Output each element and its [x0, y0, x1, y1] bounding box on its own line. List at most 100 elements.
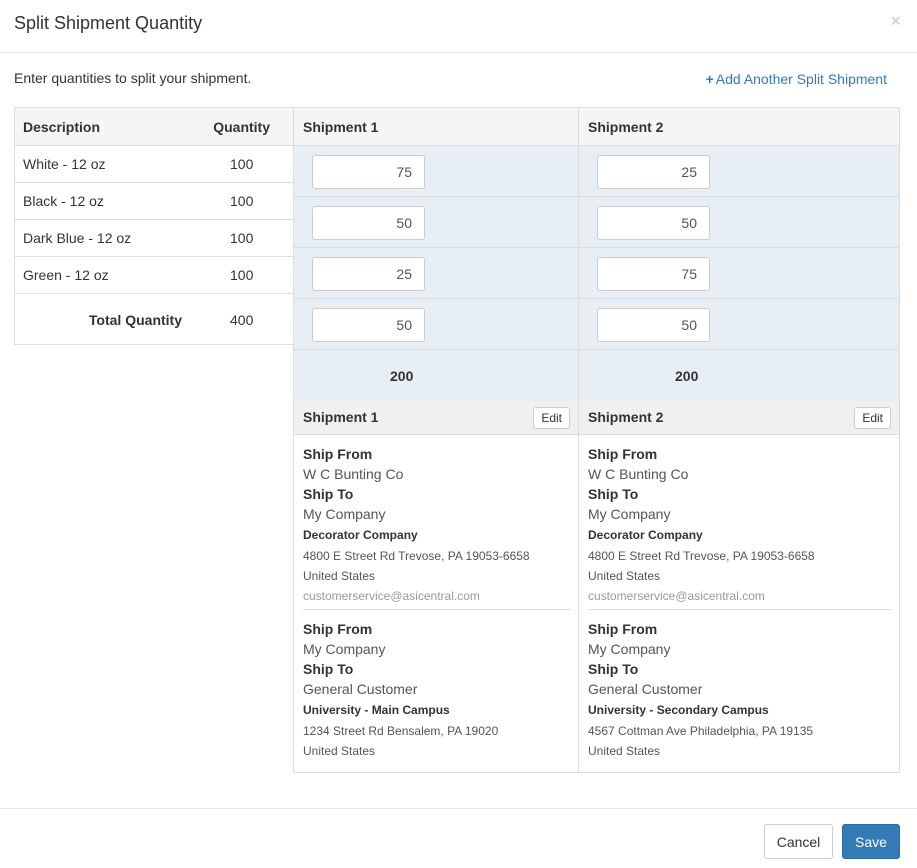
product-quantity: 100	[230, 267, 254, 283]
shipment-2-address-header: Shipment 2 Edit	[579, 401, 899, 435]
street-address: 1234 Street Rd Bensalem, PA 19020	[303, 724, 499, 738]
modal-header: Split Shipment Quantity ×	[0, 0, 917, 53]
shipment-2-addresses: Ship From W C Bunting Co Ship To My Comp…	[579, 435, 899, 763]
quantity-row	[579, 197, 899, 248]
quantity-row	[294, 146, 578, 197]
shipment-2-total-value: 200	[675, 368, 699, 384]
divider	[303, 609, 570, 610]
ship-from-label: Ship From	[303, 446, 373, 462]
ship-from-value: My Company	[588, 641, 671, 657]
shipment-1-total: 200	[294, 350, 578, 401]
shipments-grid: Shipment 1 200 Shipm	[293, 107, 900, 773]
cancel-button[interactable]: Cancel	[764, 824, 833, 859]
table-row: Green - 12 oz 100	[15, 257, 294, 294]
ship-to-label: Ship To	[588, 486, 639, 502]
ship-to-value: My Company	[588, 506, 671, 522]
save-button[interactable]: Save	[842, 824, 900, 859]
shipment-1-address-title: Shipment 1	[303, 409, 379, 425]
ship-to-value: My Company	[303, 506, 386, 522]
ship-from-value: W C Bunting Co	[303, 466, 404, 482]
add-split-shipment-link[interactable]: + Add Another Split Shipment	[706, 71, 887, 87]
shipment-2-quantity-input[interactable]	[597, 155, 710, 189]
ship-to-label: Ship To	[303, 661, 354, 677]
split-shipment-modal: Split Shipment Quantity × Enter quantiti…	[0, 0, 917, 868]
shipment-2-edit-button[interactable]: Edit	[854, 407, 891, 429]
company-name: University - Main Campus	[303, 703, 450, 717]
total-quantity-label: Total Quantity	[88, 312, 182, 328]
shipment-1-header: Shipment 1	[294, 108, 578, 146]
street-address: 4800 E Street Rd Trevose, PA 19053-6658	[303, 549, 530, 563]
country: United States	[303, 569, 376, 583]
country: United States	[588, 744, 661, 758]
products-table: Description Quantity White - 12 oz 100 B…	[14, 107, 294, 345]
shipment-1-column: Shipment 1 200 Shipm	[294, 108, 579, 772]
shipment-1-address-header: Shipment 1 Edit	[294, 401, 578, 435]
quantity-row	[294, 299, 578, 350]
ship-from-label: Ship From	[588, 621, 658, 637]
plus-icon: +	[705, 71, 714, 87]
quantity-header: Quantity	[213, 119, 270, 135]
divider	[588, 609, 891, 610]
products-table-header: Description Quantity	[15, 108, 294, 146]
company-name: Decorator Company	[303, 528, 418, 542]
country: United States	[588, 569, 661, 583]
close-icon[interactable]: ×	[890, 12, 901, 30]
shipment-2-address-title: Shipment 2	[588, 409, 664, 425]
street-address: 4567 Cottman Ave Philadelphia, PA 19135	[588, 724, 814, 738]
country: United States	[303, 744, 376, 758]
shipment-1-quantities: 200	[294, 146, 578, 401]
company-name: University - Secondary Campus	[588, 703, 769, 717]
quantity-row	[579, 299, 899, 350]
table-row: Black - 12 oz 100	[15, 183, 294, 220]
modal-title: Split Shipment Quantity	[14, 13, 203, 33]
shipment-1-quantity-input[interactable]	[312, 155, 425, 189]
shipment-1-total-value: 200	[390, 368, 414, 384]
ship-to-label: Ship To	[588, 661, 639, 677]
product-description: Green - 12 oz	[23, 267, 109, 283]
address-block: Ship From W C Bunting Co Ship To My Comp…	[588, 444, 891, 608]
shipment-1-addresses: Ship From W C Bunting Co Ship To My Comp…	[294, 435, 578, 763]
table-row: White - 12 oz 100	[15, 146, 294, 183]
ship-from-value: W C Bunting Co	[588, 466, 689, 482]
email-address: customerservice@asicentral.com	[303, 589, 480, 603]
street-address: 4800 E Street Rd Trevose, PA 19053-6658	[588, 549, 815, 563]
shipment-1-quantity-input[interactable]	[312, 257, 425, 291]
total-quantity-value: 400	[230, 312, 254, 328]
email-address: customerservice@asicentral.com	[588, 589, 765, 603]
description-header: Description	[23, 119, 101, 135]
table-row: Dark Blue - 12 oz 100	[15, 220, 294, 257]
quantity-row	[579, 146, 899, 197]
quantity-row	[294, 248, 578, 299]
ship-from-label: Ship From	[588, 446, 658, 462]
company-name: Decorator Company	[588, 528, 703, 542]
shipment-2-quantities: 200	[579, 146, 899, 401]
address-block: Ship From My Company Ship To General Cus…	[588, 619, 891, 763]
quantity-row	[579, 248, 899, 299]
shipment-2-quantity-input[interactable]	[597, 308, 710, 342]
shipment-1-edit-button[interactable]: Edit	[533, 407, 570, 429]
product-description: Black - 12 oz	[23, 193, 104, 209]
address-block: Ship From W C Bunting Co Ship To My Comp…	[303, 444, 570, 608]
shipment-2-title: Shipment 2	[588, 119, 664, 135]
product-description: White - 12 oz	[23, 156, 106, 172]
product-description: Dark Blue - 12 oz	[23, 230, 132, 246]
product-quantity: 100	[230, 156, 254, 172]
ship-to-value: General Customer	[588, 681, 703, 697]
shipment-2-header: Shipment 2	[579, 108, 899, 146]
product-quantity: 100	[230, 230, 254, 246]
modal-footer: Cancel Save	[0, 808, 917, 868]
ship-to-label: Ship To	[303, 486, 354, 502]
intro-text: Enter quantities to split your shipment.	[14, 70, 252, 86]
shipment-2-total: 200	[579, 350, 899, 401]
ship-from-value: My Company	[303, 641, 386, 657]
add-split-shipment-label: Add Another Split Shipment	[715, 71, 887, 87]
quantity-row	[294, 197, 578, 248]
shipment-2-quantity-input[interactable]	[597, 257, 710, 291]
address-block: Ship From My Company Ship To General Cus…	[303, 619, 570, 763]
product-quantity: 100	[230, 193, 254, 209]
shipment-2-column: Shipment 2 200 Shipm	[579, 108, 899, 772]
total-quantity-row: Total Quantity 400	[15, 294, 294, 344]
shipment-2-quantity-input[interactable]	[597, 206, 710, 240]
shipment-1-quantity-input[interactable]	[312, 308, 425, 342]
shipment-1-quantity-input[interactable]	[312, 206, 425, 240]
